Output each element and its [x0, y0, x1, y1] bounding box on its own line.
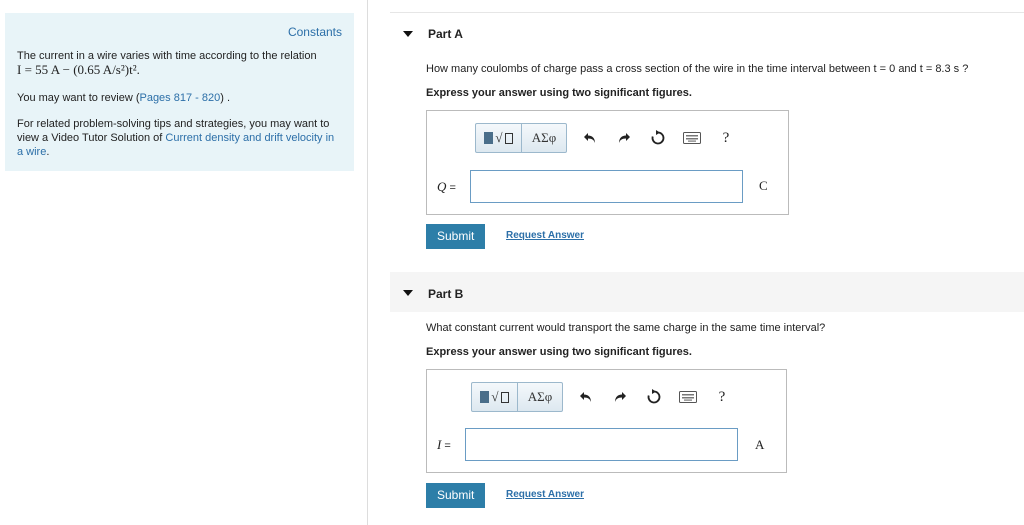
current-answer-input[interactable]: [465, 428, 738, 461]
equals-sign: =: [441, 440, 451, 452]
part-b-title: Part B: [428, 287, 464, 301]
video-tutor-suffix: .: [46, 146, 50, 158]
part-b-header[interactable]: Part B: [390, 272, 1024, 312]
templates-button[interactable]: √: [476, 124, 522, 152]
constants-link[interactable]: Constants: [288, 25, 342, 39]
part-a-question: How many coulombs of charge pass a cross…: [426, 63, 969, 75]
request-answer-link[interactable]: Request Answer: [506, 230, 584, 241]
part-a-header[interactable]: Part A: [390, 12, 1024, 52]
part-b-question: What constant current would transport th…: [426, 322, 826, 334]
video-tutor-note: For related problem-solving tips and str…: [17, 117, 342, 159]
part-b-instruction: Express your answer using two significan…: [426, 346, 692, 358]
request-answer-link[interactable]: Request Answer: [506, 489, 584, 500]
redo-icon[interactable]: [609, 386, 631, 408]
part-a-answer-box: √ ΑΣφ ? Q = C: [426, 110, 789, 215]
keyboard-icon[interactable]: [677, 386, 699, 408]
undo-icon[interactable]: [575, 386, 597, 408]
collapse-caret-icon[interactable]: [403, 31, 413, 37]
help-icon[interactable]: ?: [715, 127, 737, 149]
variable-symbol: Q: [437, 179, 447, 194]
problem-info-panel: Constants The current in a wire varies w…: [5, 13, 354, 171]
problem-statement-text: The current in a wire varies with time a…: [17, 50, 317, 62]
review-note: You may want to review (Pages 817 - 820)…: [17, 91, 342, 105]
template-group: √ ΑΣφ: [475, 123, 567, 153]
submit-button[interactable]: Submit: [426, 224, 486, 249]
answer-variable-label: I =: [437, 437, 451, 453]
reset-icon[interactable]: [647, 127, 669, 149]
review-suffix: ) .: [220, 92, 230, 104]
help-icon[interactable]: ?: [711, 386, 733, 408]
collapse-caret-icon[interactable]: [403, 290, 413, 296]
redo-icon[interactable]: [613, 127, 635, 149]
templates-icon: √: [480, 389, 509, 405]
templates-button[interactable]: √: [472, 383, 518, 411]
reset-icon[interactable]: [643, 386, 665, 408]
pages-link[interactable]: Pages 817 - 820: [139, 92, 220, 104]
problem-statement: The current in a wire varies with time a…: [17, 49, 342, 78]
answer-variable-label: Q =: [437, 179, 456, 195]
charge-answer-input[interactable]: [470, 170, 743, 203]
greek-symbols-button[interactable]: ΑΣφ: [518, 383, 562, 411]
greek-symbols-button[interactable]: ΑΣφ: [522, 124, 566, 152]
submit-button[interactable]: Submit: [426, 483, 486, 508]
templates-icon: √: [484, 130, 513, 146]
math-toolbar: √ ΑΣφ ?: [475, 123, 737, 153]
review-prefix: You may want to review (: [17, 92, 140, 104]
part-a-title: Part A: [428, 27, 463, 41]
template-group: √ ΑΣφ: [471, 382, 563, 412]
keyboard-icon[interactable]: [681, 127, 703, 149]
undo-icon[interactable]: [579, 127, 601, 149]
part-a-instruction: Express your answer using two significan…: [426, 87, 692, 99]
unit-label: C: [759, 178, 768, 193]
equals-sign: =: [446, 182, 456, 194]
current-relation-formula: I = 55 A − (0.65 A/s²)t².: [17, 62, 140, 77]
unit-label: A: [755, 437, 765, 452]
column-divider: [367, 0, 368, 525]
part-b-answer-box: √ ΑΣφ ? I = A: [426, 369, 787, 473]
math-toolbar: √ ΑΣφ ?: [471, 382, 733, 412]
